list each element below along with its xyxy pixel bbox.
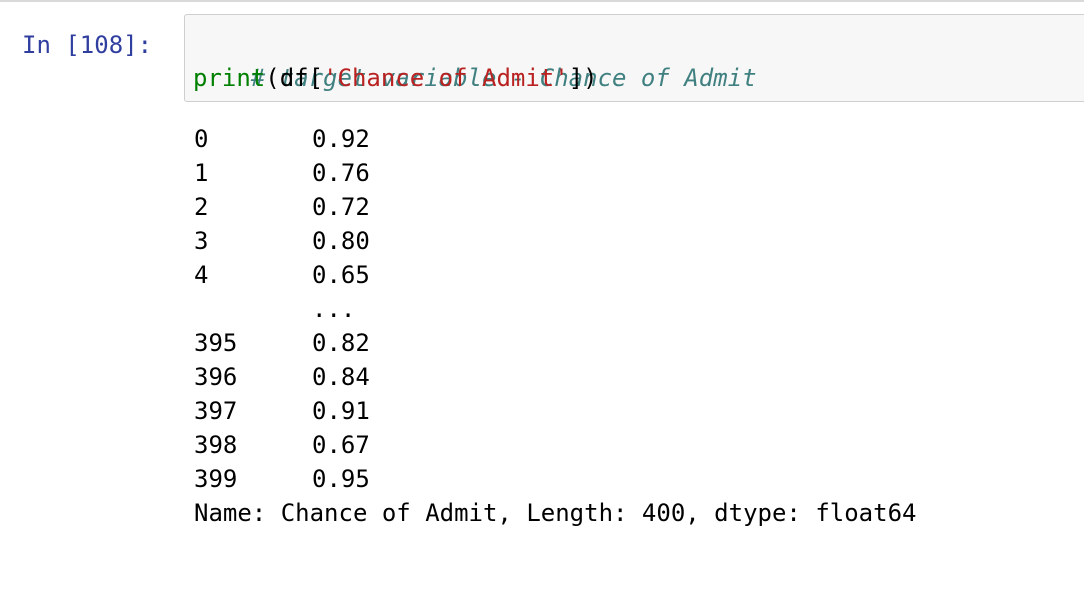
row-index: 0 — [194, 125, 209, 153]
output-row: 1 0.76 — [194, 156, 916, 190]
output-row: 396 0.84 — [194, 360, 916, 394]
output-row-ellipsis: ... — [194, 292, 916, 326]
output-row: 399 0.95 — [194, 462, 916, 496]
row-value: 0.80 — [312, 227, 370, 255]
row-value: 0.67 — [312, 431, 370, 459]
code-input-area[interactable]: # target variable - Chance of Admit prin… — [184, 14, 1084, 102]
row-index: 2 — [194, 193, 209, 221]
cell-output: 0 0.92 1 0.76 2 0.72 3 0.80 4 0.65 ... 3… — [194, 122, 916, 530]
row-value: 0.91 — [312, 397, 370, 425]
row-index: 398 — [194, 431, 238, 459]
row-index: 395 — [194, 329, 238, 357]
code-open-bracket: (df[ — [265, 64, 324, 92]
code-string-literal: 'Chance of Admit' — [323, 64, 569, 92]
row-value: 0.92 — [312, 125, 370, 153]
row-value: 0.65 — [312, 261, 370, 289]
cell-top-border — [0, 0, 1084, 2]
output-row: 0 0.92 — [194, 122, 916, 156]
output-row: 395 0.82 — [194, 326, 916, 360]
code-line-print: print(df['Chance of Admit']) — [193, 61, 598, 95]
row-index: 397 — [194, 397, 238, 425]
code-builtin-print: print — [193, 64, 266, 92]
row-index: 399 — [194, 465, 238, 493]
row-value-ellipsis: ... — [312, 295, 356, 323]
output-row: 4 0.65 — [194, 258, 916, 292]
row-value: 0.95 — [312, 465, 370, 493]
output-row: 2 0.72 — [194, 190, 916, 224]
series-summary: Name: Chance of Admit, Length: 400, dtyp… — [194, 499, 917, 527]
input-prompt: In [108]: — [22, 31, 153, 59]
row-index: 4 — [194, 261, 209, 289]
row-index: 396 — [194, 363, 238, 391]
output-row: 398 0.67 — [194, 428, 916, 462]
code-close-bracket: ]) — [568, 64, 598, 92]
output-row: 397 0.91 — [194, 394, 916, 428]
row-value: 0.84 — [312, 363, 370, 391]
row-index: 1 — [194, 159, 209, 187]
row-index: 3 — [194, 227, 209, 255]
row-value: 0.72 — [312, 193, 370, 221]
output-row: 3 0.80 — [194, 224, 916, 258]
row-value: 0.82 — [312, 329, 370, 357]
row-value: 0.76 — [312, 159, 370, 187]
